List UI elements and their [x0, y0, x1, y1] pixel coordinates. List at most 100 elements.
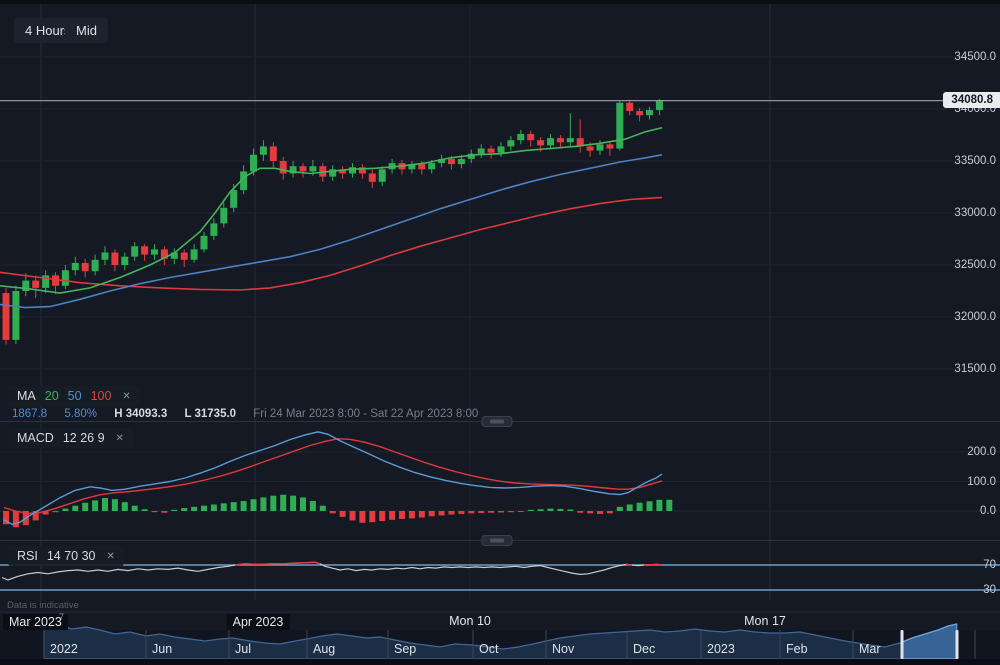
macd-histogram-bar: [419, 511, 425, 517]
nav-month-label: Dec: [633, 642, 655, 656]
macd-histogram-bar: [498, 511, 504, 512]
macd-histogram-bar: [270, 496, 276, 511]
rsi-axis-label: 30: [983, 584, 996, 596]
candle-body: [379, 169, 386, 181]
rsi-axis-label: 70: [983, 559, 996, 571]
candle-body: [428, 163, 435, 169]
nav-month-label: Feb: [786, 642, 808, 656]
macd-histogram-bar: [647, 501, 653, 511]
nav-month-label: 2022: [50, 642, 78, 656]
candle-body: [626, 103, 633, 111]
nav-month-label: Aug: [313, 642, 335, 656]
macd-histogram-bar: [637, 503, 643, 511]
macd-histogram-bar: [53, 511, 59, 512]
bottom-strip: [0, 659, 1000, 665]
candle-body: [230, 190, 237, 208]
macd-histogram-bar: [13, 511, 19, 527]
rsi-label: RSI: [17, 549, 38, 563]
macd-histogram-bar: [260, 497, 266, 511]
ma-indicator-legend[interactable]: MA 20 50 100 ✕: [8, 386, 140, 406]
macd-histogram-bar: [666, 500, 672, 511]
macd-params: 12 26 9: [63, 431, 105, 445]
macd-histogram-bar: [152, 511, 158, 512]
candle-body: [3, 293, 10, 340]
rsi-indicator-legend[interactable]: RSI 14 70 30 ✕: [8, 546, 124, 566]
pane-resize-handle-grip: [490, 420, 504, 424]
macd-histogram-bar: [142, 509, 148, 511]
ma-period-50: 50: [68, 389, 82, 403]
macd-histogram-bar: [577, 511, 583, 513]
candle-body: [616, 103, 623, 149]
macd-histogram-bar: [171, 510, 177, 511]
nav-month-label: Sep: [394, 642, 416, 656]
candle-body: [646, 110, 653, 115]
candle-body: [349, 167, 356, 173]
candle-body: [121, 257, 128, 265]
candle-body: [517, 134, 524, 140]
candle-body: [12, 291, 19, 340]
macd-histogram-bar: [567, 510, 573, 511]
macd-histogram-bar: [102, 498, 108, 511]
candle-body: [309, 166, 316, 171]
macd-histogram-bar: [409, 511, 415, 518]
chart-canvas[interactable]: [0, 0, 1000, 665]
macd-histogram-bar: [181, 508, 187, 511]
candle-body: [32, 281, 39, 288]
rsi-close-icon[interactable]: ✕: [107, 551, 115, 562]
session-low: L 31735.0: [184, 408, 236, 420]
candle-body: [141, 246, 148, 254]
candle-body: [557, 138, 564, 142]
date-axis-label: Mon 10: [449, 614, 491, 628]
macd-histogram-bar: [211, 505, 217, 511]
macd-histogram-bar: [508, 511, 514, 512]
macd-histogram-bar: [82, 503, 88, 511]
price-change-percent: 5.80%: [64, 408, 97, 420]
visible-date-range: Fri 24 Mar 2023 8:00 - Sat 22 Apr 2023 8…: [253, 408, 478, 420]
candle-body: [92, 260, 99, 271]
date-axis-label: Apr 2023: [227, 614, 290, 630]
price-axis-label: 33500.0: [954, 155, 996, 167]
candle-body: [507, 140, 514, 146]
macd-histogram-bar: [300, 497, 306, 511]
price-axis-label: 33000.0: [954, 207, 996, 219]
candle-body: [82, 263, 89, 271]
macd-histogram-bar: [161, 511, 167, 513]
macd-histogram-bar: [221, 503, 227, 511]
macd-histogram-bar: [617, 507, 623, 511]
macd-histogram-bar: [72, 506, 78, 511]
ma-period-20: 20: [45, 389, 59, 403]
candle-body: [210, 223, 217, 235]
macd-histogram-bar: [112, 499, 118, 511]
ma100-line: [0, 197, 662, 290]
macd-indicator-legend[interactable]: MACD 12 26 9 ✕: [8, 428, 133, 448]
price-axis-label: 31500.0: [954, 363, 996, 375]
macd-histogram-bar: [310, 501, 316, 511]
navigator-selection-handle[interactable]: [956, 630, 959, 659]
candle-body: [527, 134, 534, 140]
session-high: H 34093.3: [114, 408, 167, 420]
candle-body: [636, 111, 643, 115]
macd-histogram-bar: [399, 511, 405, 519]
macd-histogram-bar: [548, 509, 554, 511]
ohlc-info-line: 1867.8 5.80% H 34093.3 L 31735.0 Fri 24 …: [12, 408, 478, 420]
macd-histogram-bar: [280, 495, 286, 511]
candle-body: [656, 101, 663, 110]
macd-histogram-bar: [478, 511, 484, 513]
date-axis-mark: 7: [59, 612, 64, 622]
macd-histogram-bar: [627, 505, 633, 511]
pane-resize-handle-grip: [490, 539, 504, 543]
price-type-button[interactable]: Mid: [65, 18, 108, 43]
navigator-selection-handle[interactable]: [901, 630, 904, 659]
candle-body: [62, 270, 69, 286]
macd-label: MACD: [17, 431, 54, 445]
ma-close-icon[interactable]: ✕: [122, 391, 130, 402]
last-price-badge: 34080.8: [943, 92, 1000, 108]
macd-histogram-bar: [439, 511, 445, 515]
candle-body: [201, 236, 208, 250]
macd-close-icon[interactable]: ✕: [116, 433, 124, 444]
macd-histogram-bar: [449, 511, 455, 515]
macd-histogram-bar: [132, 506, 138, 511]
candle-body: [369, 173, 376, 181]
macd-histogram-bar: [92, 500, 98, 511]
macd-histogram-bar: [201, 506, 207, 511]
